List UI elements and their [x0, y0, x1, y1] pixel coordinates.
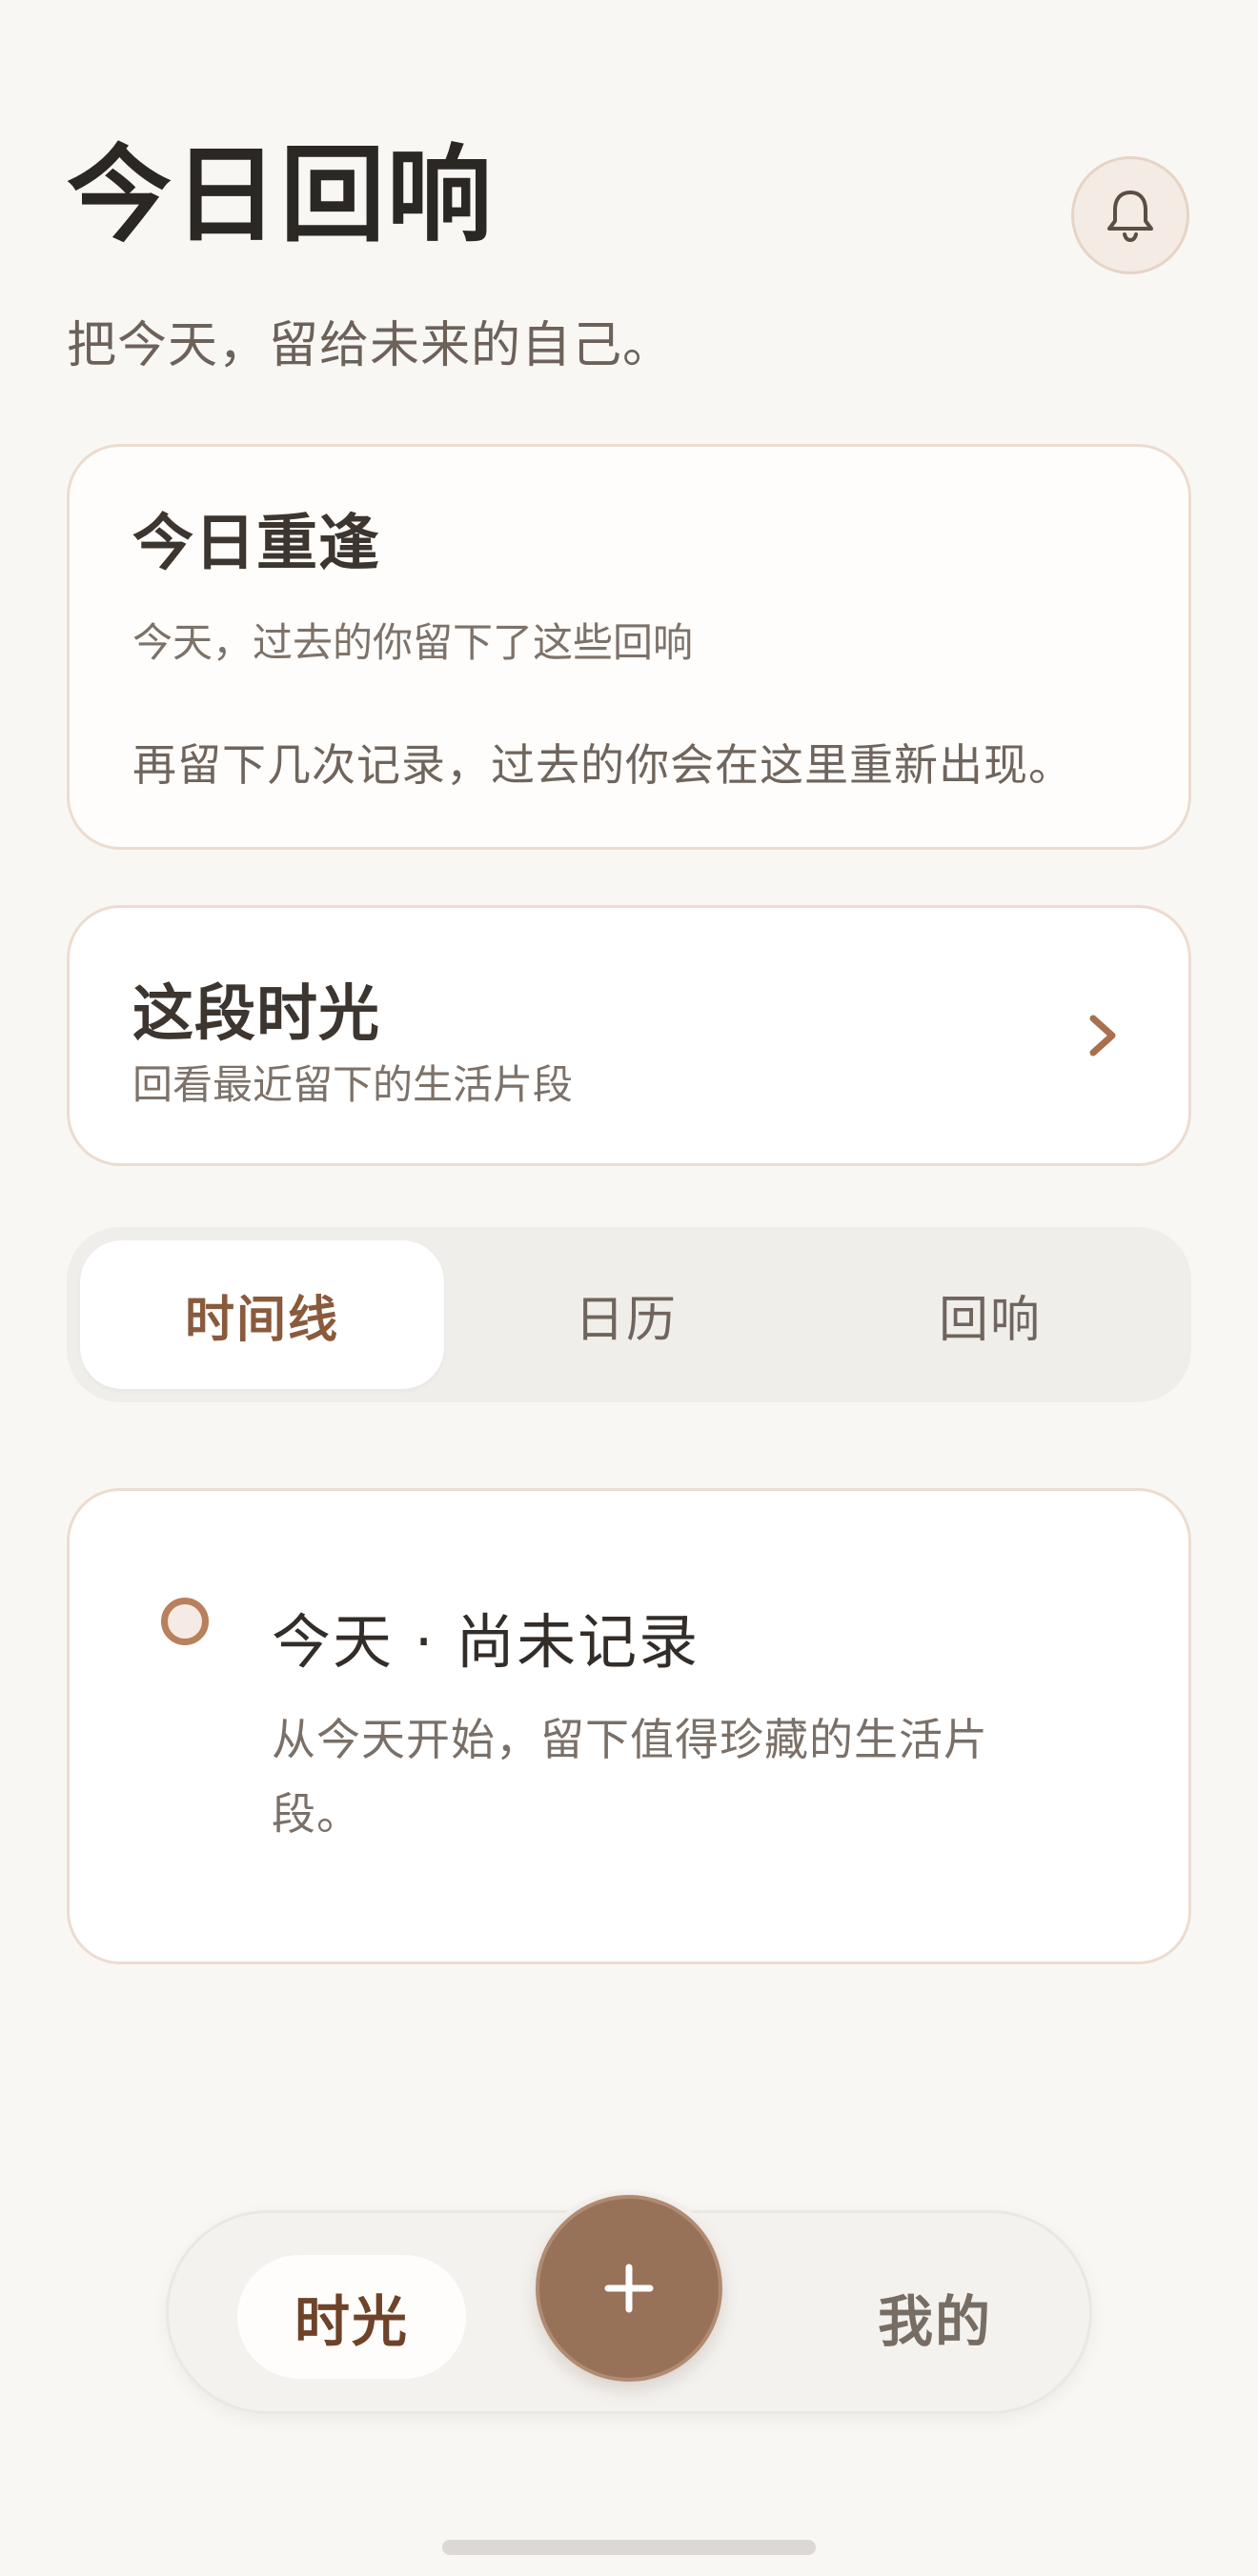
- timeline-dot-icon: [161, 1598, 209, 1645]
- add-record-button[interactable]: [536, 2195, 722, 2382]
- tab-echo[interactable]: 回响: [808, 1240, 1172, 1389]
- nav-mine-button[interactable]: 我的: [821, 2255, 1049, 2379]
- tab-calendar[interactable]: 日历: [444, 1240, 808, 1389]
- page-title: 今日回响: [67, 134, 494, 256]
- page-subtitle: 把今天，留给未来的自己。: [67, 317, 674, 374]
- reunion-subtitle: 今天，过去的你留下了这些回响: [132, 619, 694, 666]
- tab-timeline[interactable]: 时间线: [80, 1240, 444, 1389]
- period-subtitle: 回看最近留下的生活片段: [132, 1061, 574, 1108]
- timeline-title: 今天 · 尚未记录: [272, 1607, 700, 1677]
- period-title: 这段时光: [132, 979, 380, 1050]
- plus-icon: [604, 2264, 654, 2313]
- nav-time-button[interactable]: 时光: [237, 2255, 466, 2379]
- timeline-body: 从今天开始，留下值得珍藏的生活片段。: [272, 1714, 988, 1840]
- home-indicator: [442, 2540, 816, 2555]
- reunion-card[interactable]: 今日重逢 今天，过去的你留下了这些回响 再留下几次记录，过去的你会在这里重新出现…: [67, 444, 1191, 850]
- reunion-message: 再留下几次记录，过去的你会在这里重新出现。: [132, 739, 1073, 791]
- reunion-title: 今日重逢: [132, 509, 380, 579]
- chevron-right-icon: [1089, 1015, 1116, 1057]
- view-tabs: 时间线 日历 回响: [67, 1227, 1191, 1402]
- notification-button[interactable]: [1071, 156, 1189, 274]
- bell-icon: [1107, 191, 1153, 243]
- timeline-card[interactable]: 今天 · 尚未记录 从今天开始，留下值得珍藏的生活片段。: [67, 1488, 1191, 1964]
- period-card[interactable]: 这段时光 回看最近留下的生活片段: [67, 905, 1191, 1166]
